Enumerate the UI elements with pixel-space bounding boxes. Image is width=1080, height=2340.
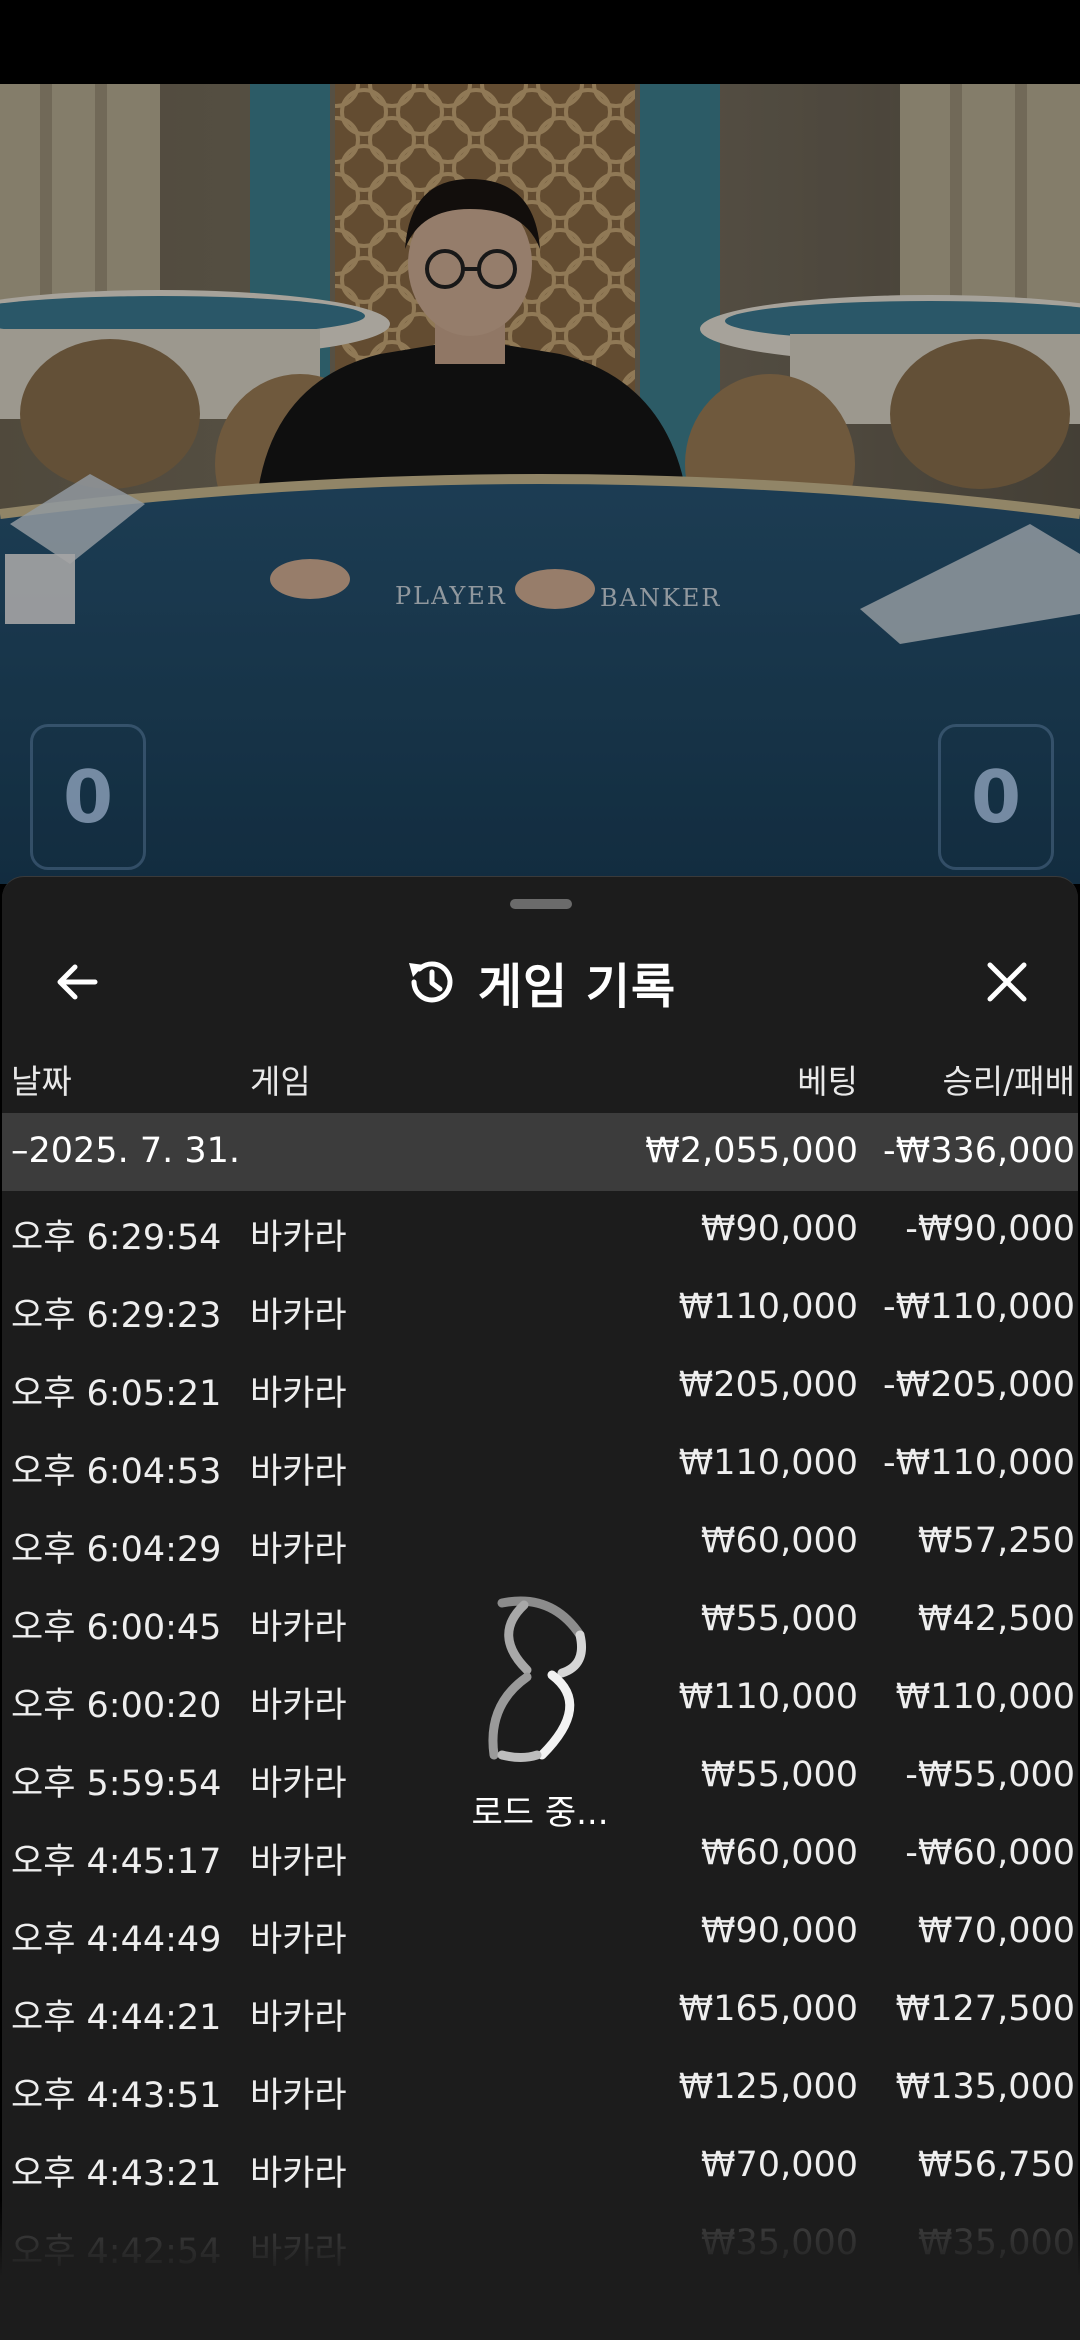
row-win-loss: -₩60,000 [905, 1833, 1075, 1873]
column-header-bet[interactable]: 베팅 [797, 1055, 858, 1103]
sheet-title-group: 게임 기록 [2, 927, 1078, 1037]
arrow-left-icon [57, 964, 98, 1000]
row-bet: ₩60,000 [700, 1833, 858, 1873]
row-win-loss: ₩57,250 [917, 1521, 1075, 1561]
history-rows: 오후 6:29:54 바카라 ₩90,000 -₩90,000 오후 6:29:23 바카… [2, 1195, 1078, 2295]
table-row[interactable]: 오후 5:59:54 바카라 ₩55,000 -₩55,000 [2, 1741, 1078, 1819]
table-row[interactable]: 오후 6:00:45 바카라 ₩55,000 ₩42,500 [2, 1585, 1078, 1663]
table-row[interactable]: 오후 4:43:21 바카라 ₩70,000 ₩56,750 [2, 2131, 1078, 2209]
row-game: 바카라 [250, 1296, 347, 1336]
summary-win-loss-total: -₩336,000 [883, 1131, 1075, 1171]
screen: PLAYER BANKER 0 0 게임 기록 날짜 게임 베팅 승리/패배 –… [0, 0, 1080, 2340]
row-time: 오후 6:00:45 [11, 1608, 222, 1648]
row-time: 오후 4:42:54 [11, 2232, 222, 2272]
row-win-loss: -₩110,000 [883, 1287, 1075, 1327]
row-time: 오후 5:59:54 [11, 1764, 222, 1804]
row-game: 바카라 [250, 1920, 347, 1960]
row-bet: ₩125,000 [678, 2067, 858, 2107]
row-time: 오후 6:29:54 [11, 1218, 222, 1258]
history-icon [408, 961, 453, 1003]
row-game: 바카라 [250, 1686, 347, 1726]
banker-score: 0 [938, 724, 1054, 870]
row-win-loss: ₩42,500 [917, 1599, 1075, 1639]
baccarat-table-scene: PLAYER BANKER [0, 84, 1080, 884]
table-header-row: 날짜 게임 베팅 승리/패배 [2, 1039, 1078, 1109]
table-row[interactable]: 오후 4:44:49 바카라 ₩90,000 ₩70,000 [2, 1897, 1078, 1975]
row-win-loss: ₩70,000 [917, 1911, 1075, 1951]
table-row[interactable]: 오후 4:42:54 바카라 ₩35,000 ₩35,000 [2, 2209, 1078, 2287]
row-game: 바카라 [250, 2232, 347, 2272]
table-row[interactable]: 오후 6:29:54 바카라 ₩90,000 -₩90,000 [2, 1195, 1078, 1273]
row-bet: ₩55,000 [700, 1599, 858, 1639]
row-time: 오후 6:04:53 [11, 1452, 222, 1492]
row-bet: ₩90,000 [700, 1209, 858, 1249]
table-row[interactable]: 오후 4:43:51 바카라 ₩125,000 ₩135,000 [2, 2053, 1078, 2131]
sheet-drag-handle[interactable] [510, 899, 572, 909]
column-header-date[interactable]: 날짜 [11, 1055, 72, 1103]
column-header-win-loss[interactable]: 승리/패배 [942, 1055, 1075, 1103]
summary-date: –2025. 7. 31. [11, 1131, 241, 1171]
row-bet: ₩70,000 [700, 2145, 858, 2185]
row-game: 바카라 [250, 1764, 347, 1804]
summary-bet-total: ₩2,055,000 [645, 1131, 858, 1171]
player-score: 0 [30, 724, 146, 870]
table-row[interactable]: 오후 6:00:20 바카라 ₩110,000 ₩110,000 [2, 1663, 1078, 1741]
row-time: 오후 4:43:21 [11, 2154, 222, 2194]
row-time: 오후 6:04:29 [11, 1530, 222, 1570]
row-game: 바카라 [250, 1998, 347, 2038]
row-bet: ₩55,000 [700, 1755, 858, 1795]
table-row[interactable]: 오후 6:04:53 바카라 ₩110,000 -₩110,000 [2, 1429, 1078, 1507]
row-bet: ₩110,000 [678, 1677, 858, 1717]
sheet-header: 게임 기록 [2, 927, 1078, 1037]
row-win-loss: ₩110,000 [895, 1677, 1075, 1717]
row-bet: ₩165,000 [678, 1989, 858, 2029]
sheet-title: 게임 기록 [477, 959, 677, 1015]
row-game: 바카라 [250, 1374, 347, 1414]
table-row[interactable]: 오후 4:44:21 바카라 ₩165,000 ₩127,500 [2, 1975, 1078, 2053]
row-game: 바카라 [250, 1530, 347, 1570]
row-time: 오후 4:44:49 [11, 1920, 222, 1960]
row-time: 오후 4:43:51 [11, 2076, 222, 2116]
row-game: 바카라 [250, 2076, 347, 2116]
row-game: 바카라 [250, 1452, 347, 1492]
row-win-loss: ₩56,750 [917, 2145, 1075, 2185]
row-bet: ₩35,000 [700, 2223, 858, 2263]
row-bet: ₩205,000 [678, 1365, 858, 1405]
back-button[interactable] [42, 947, 112, 1017]
column-header-game[interactable]: 게임 [250, 1055, 311, 1103]
close-button[interactable] [972, 947, 1042, 1017]
status-bar [0, 0, 1080, 84]
table-row[interactable]: 오후 6:05:21 바카라 ₩205,000 -₩205,000 [2, 1351, 1078, 1429]
row-win-loss: -₩55,000 [905, 1755, 1075, 1795]
row-win-loss: ₩35,000 [917, 2223, 1075, 2263]
date-group-summary-row[interactable]: –2025. 7. 31. ₩2,055,000 -₩336,000 [2, 1113, 1078, 1191]
table-row[interactable]: 오후 6:04:29 바카라 ₩60,000 ₩57,250 [2, 1507, 1078, 1585]
row-bet: ₩110,000 [678, 1287, 858, 1327]
row-time: 오후 4:44:21 [11, 1998, 222, 2038]
row-win-loss: ₩135,000 [895, 2067, 1075, 2107]
live-video-stream: PLAYER BANKER 0 0 [0, 84, 1080, 884]
row-time: 오후 6:05:21 [11, 1374, 222, 1414]
row-time: 오후 4:45:17 [11, 1842, 222, 1882]
game-history-sheet: 게임 기록 날짜 게임 베팅 승리/패배 –2025. 7. 31. ₩2,05… [2, 876, 1078, 2340]
close-icon [987, 962, 1027, 1002]
row-time: 오후 6:00:20 [11, 1686, 222, 1726]
row-game: 바카라 [250, 1842, 347, 1882]
row-game: 바카라 [250, 1608, 347, 1648]
table-row[interactable]: 오후 6:29:23 바카라 ₩110,000 -₩110,000 [2, 1273, 1078, 1351]
row-time: 오후 6:29:23 [11, 1296, 222, 1336]
row-game: 바카라 [250, 2154, 347, 2194]
row-win-loss: -₩205,000 [883, 1365, 1075, 1405]
row-game: 바카라 [250, 1218, 347, 1258]
row-bet: ₩60,000 [700, 1521, 858, 1561]
row-win-loss: ₩127,500 [895, 1989, 1075, 2029]
row-bet: ₩90,000 [700, 1911, 858, 1951]
table-row[interactable]: 오후 4:45:17 바카라 ₩60,000 -₩60,000 [2, 1819, 1078, 1897]
row-bet: ₩110,000 [678, 1443, 858, 1483]
row-win-loss: -₩90,000 [905, 1209, 1075, 1249]
row-win-loss: -₩110,000 [883, 1443, 1075, 1483]
